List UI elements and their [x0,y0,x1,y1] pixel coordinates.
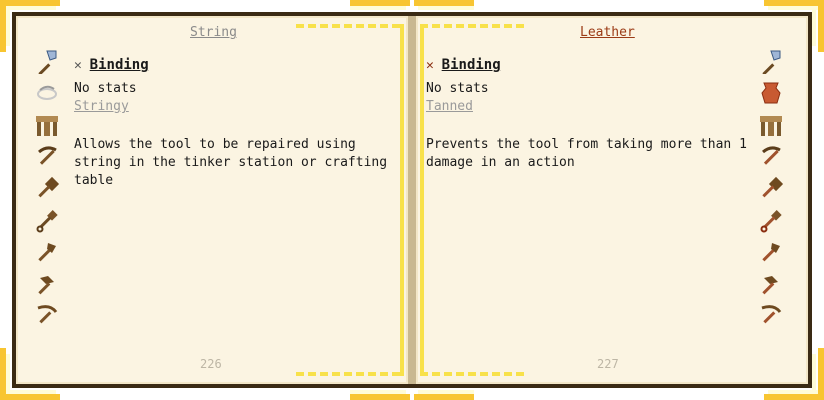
right-description-line: Prevents the tool from taking more than … [426,137,747,152]
crossed-tools-icon: ✕ [426,58,434,73]
left-description-line: string in the tinker station or crafting [74,155,388,170]
right-section-title: Binding [441,57,501,73]
left-page-number: 226 [200,357,222,371]
right-description-line: damage in an action [426,155,575,170]
book-gui: String Leather ✕ Binding No stats String… [0,0,824,400]
scythe-icon[interactable] [758,302,784,328]
hatchet-icon[interactable] [758,240,784,266]
left-description-line: Allows the tool to be repaired using [74,137,356,152]
shovel-icon[interactable] [34,208,60,234]
scythe-icon[interactable] [34,302,60,328]
left-frame-bottom [296,372,404,376]
left-section-title: Binding [89,57,149,73]
mattock-icon[interactable] [34,272,60,298]
right-trait: Tanned [426,99,473,114]
right-stats: No stats [426,81,489,96]
shovel-icon[interactable] [758,208,784,234]
left-page-frame [400,24,404,376]
table-icon[interactable] [34,112,60,138]
left-description-line: table [74,173,114,188]
mattock-icon[interactable] [758,272,784,298]
right-page-frame [420,24,424,376]
right-page-number: 227 [597,357,619,371]
string-icon[interactable] [34,80,60,106]
axe-icon[interactable] [34,48,60,74]
leather-icon[interactable] [758,80,784,106]
hammer-icon[interactable] [34,176,60,202]
crossed-tools-icon: ✕ [74,58,82,73]
pickaxe-icon[interactable] [758,144,784,170]
right-page-title: Leather [580,25,635,40]
pickaxe-icon[interactable] [34,144,60,170]
right-frame-top [420,24,528,28]
right-frame-bottom [420,372,528,376]
hammer-icon[interactable] [758,176,784,202]
hatchet-icon[interactable] [34,240,60,266]
left-trait: Stringy [74,99,129,114]
left-frame-top [296,24,404,28]
left-stats: No stats [74,81,137,96]
right-section-heading: ✕ Binding [426,56,501,75]
table-icon[interactable] [758,112,784,138]
left-section-heading: ✕ Binding [74,56,149,75]
book-spine [408,16,416,384]
axe-icon[interactable] [758,48,784,74]
left-page-title: String [190,25,237,40]
